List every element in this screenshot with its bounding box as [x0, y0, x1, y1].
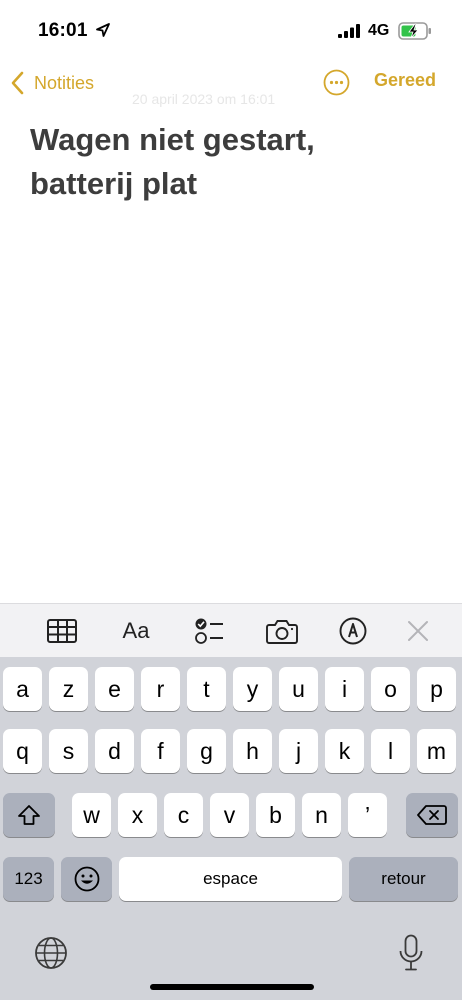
note-date: 20 april 2023 om 16:01 — [132, 91, 276, 107]
table-button[interactable] — [46, 616, 78, 646]
return-key[interactable]: retour — [349, 857, 458, 901]
microphone-icon[interactable] — [398, 934, 424, 972]
home-indicator[interactable] — [150, 984, 314, 990]
backspace-key[interactable] — [406, 793, 458, 837]
status-time: 16:01 — [38, 20, 88, 41]
key-g[interactable]: g — [187, 729, 226, 773]
key-d[interactable]: d — [95, 729, 134, 773]
key-i[interactable]: i — [325, 667, 364, 711]
format-icon: Aa — [122, 618, 150, 643]
space-key[interactable]: espace — [119, 857, 342, 901]
key-n[interactable]: n — [302, 793, 341, 837]
key-x[interactable]: x — [118, 793, 157, 837]
key-p[interactable]: p — [417, 667, 456, 711]
key-m[interactable]: m — [417, 729, 456, 773]
checklist-button[interactable] — [193, 616, 225, 646]
key-q[interactable]: q — [3, 729, 42, 773]
key-h[interactable]: h — [233, 729, 272, 773]
key-r[interactable]: r — [141, 667, 180, 711]
checklist-icon — [195, 618, 223, 644]
key-e[interactable]: e — [95, 667, 134, 711]
markup-icon — [339, 617, 367, 645]
format-button[interactable]: Aa — [119, 616, 153, 646]
table-icon — [47, 619, 77, 643]
camera-button[interactable] — [265, 616, 299, 646]
key-u[interactable]: u — [279, 667, 318, 711]
note-title[interactable]: Wagen niet gestart, batterij plat — [30, 118, 430, 206]
key-apostrophe[interactable]: ’ — [348, 793, 387, 837]
markup-button[interactable] — [338, 616, 368, 646]
key-y[interactable]: y — [233, 667, 272, 711]
key-a[interactable]: a — [3, 667, 42, 711]
shift-icon — [18, 805, 40, 825]
key-k[interactable]: k — [325, 729, 364, 773]
keyboard: a z e r t y u i o p q s d f g h j k l m … — [0, 657, 462, 1000]
more-options-icon[interactable] — [323, 69, 350, 96]
key-b[interactable]: b — [256, 793, 295, 837]
numbers-key[interactable]: 123 — [3, 857, 54, 901]
emoji-key[interactable] — [61, 857, 112, 901]
signal-icon — [338, 24, 360, 38]
key-o[interactable]: o — [371, 667, 410, 711]
network-type: 4G — [368, 22, 390, 39]
back-button-label: Notities — [34, 72, 95, 93]
back-button[interactable]: Notities — [10, 70, 94, 96]
formatting-toolbar: Aa — [0, 603, 462, 657]
emoji-icon — [74, 866, 99, 892]
location-arrow-icon — [96, 23, 110, 37]
close-icon — [408, 621, 428, 641]
key-t[interactable]: t — [187, 667, 226, 711]
key-v[interactable]: v — [210, 793, 249, 837]
shift-key[interactable] — [3, 793, 55, 837]
note-title-line: Wagen niet gestart, — [30, 122, 315, 157]
backspace-icon — [417, 805, 447, 825]
camera-icon — [266, 620, 298, 644]
status-bar: 16:01 4G — [0, 0, 462, 60]
key-c[interactable]: c — [164, 793, 203, 837]
key-w[interactable]: w — [72, 793, 111, 837]
key-l[interactable]: l — [371, 729, 410, 773]
key-f[interactable]: f — [141, 729, 180, 773]
note-title-line: batterij plat — [30, 166, 198, 201]
globe-icon[interactable] — [34, 936, 68, 970]
key-s[interactable]: s — [49, 729, 88, 773]
chevron-left-icon — [11, 71, 24, 95]
key-z[interactable]: z — [49, 667, 88, 711]
done-button[interactable]: Gereed — [374, 70, 436, 91]
key-j[interactable]: j — [279, 729, 318, 773]
battery-charging-icon — [398, 22, 431, 40]
close-toolbar-button[interactable] — [405, 616, 431, 646]
